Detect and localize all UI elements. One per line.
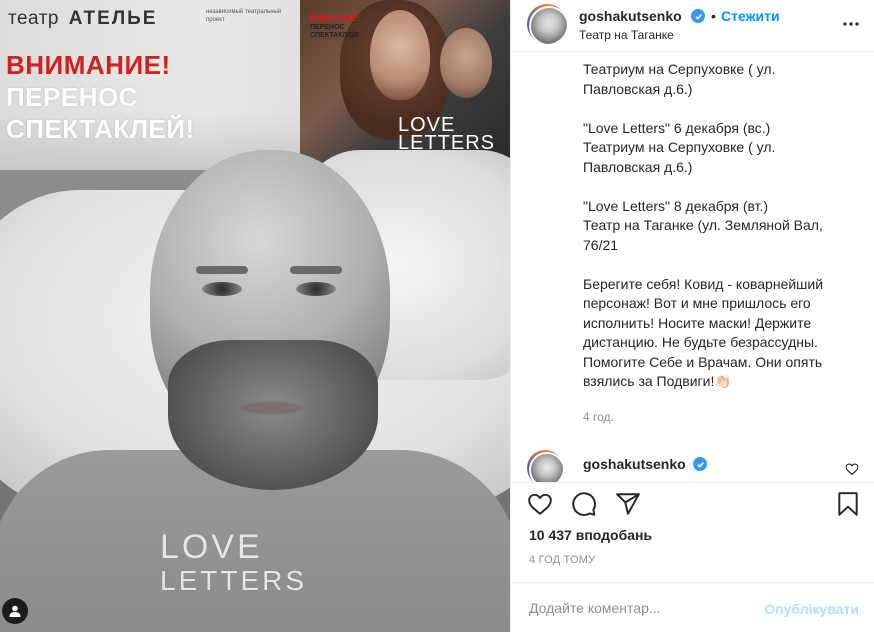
comment-avatar[interactable] [527,450,563,482]
comment-input[interactable] [529,597,749,619]
verified-badge-icon [693,457,707,471]
theater-brand: театр АТЕЛЬЕ [8,8,157,30]
username-link[interactable]: goshakutsenko [579,8,682,24]
mini-sub-2: СПЕКТАКЛЕЙ! [310,32,360,39]
mini-alert: ВНИМАНИЕ! [310,14,360,23]
brand-prefix: театр [8,8,59,29]
user-tag-icon[interactable] [2,598,28,624]
like-icon[interactable] [527,491,553,517]
postpone-line-1: ПЕРЕНОС [6,82,138,112]
comment-icon[interactable] [571,491,597,517]
left-eye [202,282,242,296]
postpone-line-2: СПЕКТАКЛЕЙ! [6,114,195,144]
post-caption: Театриум на Серпуховке ( ул. Павловская … [583,61,824,389]
post-sidebar: goshakutsenko • Стежити Театр на Таганке… [510,0,874,632]
brand-name: АТЕЛЬЕ [68,8,158,29]
shirt-print: LOVE LETTERS [160,528,308,596]
verified-badge-icon [691,9,705,23]
post-image[interactable]: театр АТЕЛЬЕ независимый театральный про… [0,0,510,632]
likes-count[interactable]: 10 437 вподобань [529,527,652,543]
separator-dot: • [711,8,716,24]
location-link[interactable]: Театр на Таганке [579,28,674,42]
mini-poster: ВНИМАНИЕ! ПЕРЕНОС СПЕКТАКЛЕЙ! LOVE LETTE… [300,0,510,168]
more-options-icon[interactable] [841,14,861,34]
comment-username[interactable]: goshakutsenko [583,456,686,472]
avatar[interactable] [527,4,567,44]
actor-face [440,28,492,98]
comments-scroll-area[interactable]: Театриум на Серпуховке ( ул. Павловская … [511,52,874,482]
alert-heading: ВНИМАНИЕ! [6,50,171,80]
brand-tagline: независимый театральный проект [206,9,282,23]
publish-button[interactable]: Опублікувати [764,601,859,617]
share-icon[interactable] [615,491,641,517]
love-letters-logo: LOVE LETTERS [398,114,496,154]
add-comment-bar: Опублікувати [511,582,874,632]
post-date[interactable]: 4 ГОД ТОМУ [529,554,595,566]
post-header: goshakutsenko • Стежити Театр на Таганке [511,0,874,52]
right-eye [296,282,336,296]
action-bar [511,482,874,522]
caption-time[interactable]: 4 год. [583,410,614,424]
actress-face [370,10,430,100]
comment-like-icon[interactable] [845,462,859,476]
bookmark-icon[interactable] [835,491,861,517]
mini-sub-1: ПЕРЕНОС [310,24,345,31]
beard [168,340,378,490]
follow-button[interactable]: Стежити [721,8,780,24]
